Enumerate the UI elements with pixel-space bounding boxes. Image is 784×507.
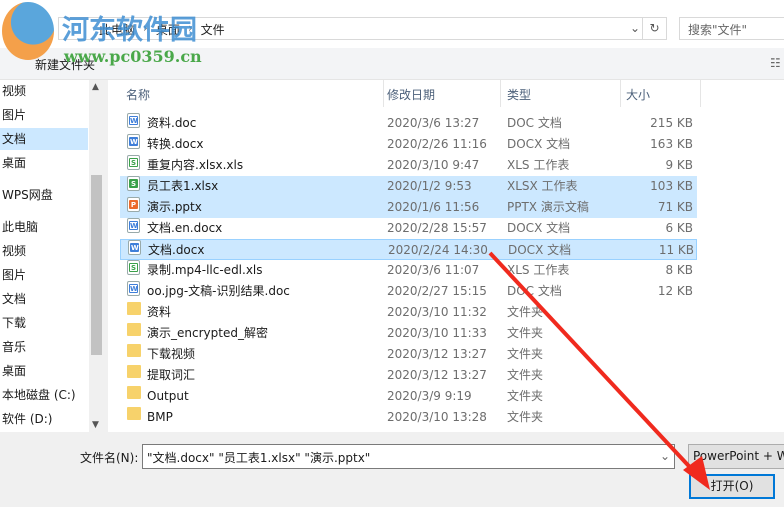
red-arrow-annotation [488,251,710,490]
